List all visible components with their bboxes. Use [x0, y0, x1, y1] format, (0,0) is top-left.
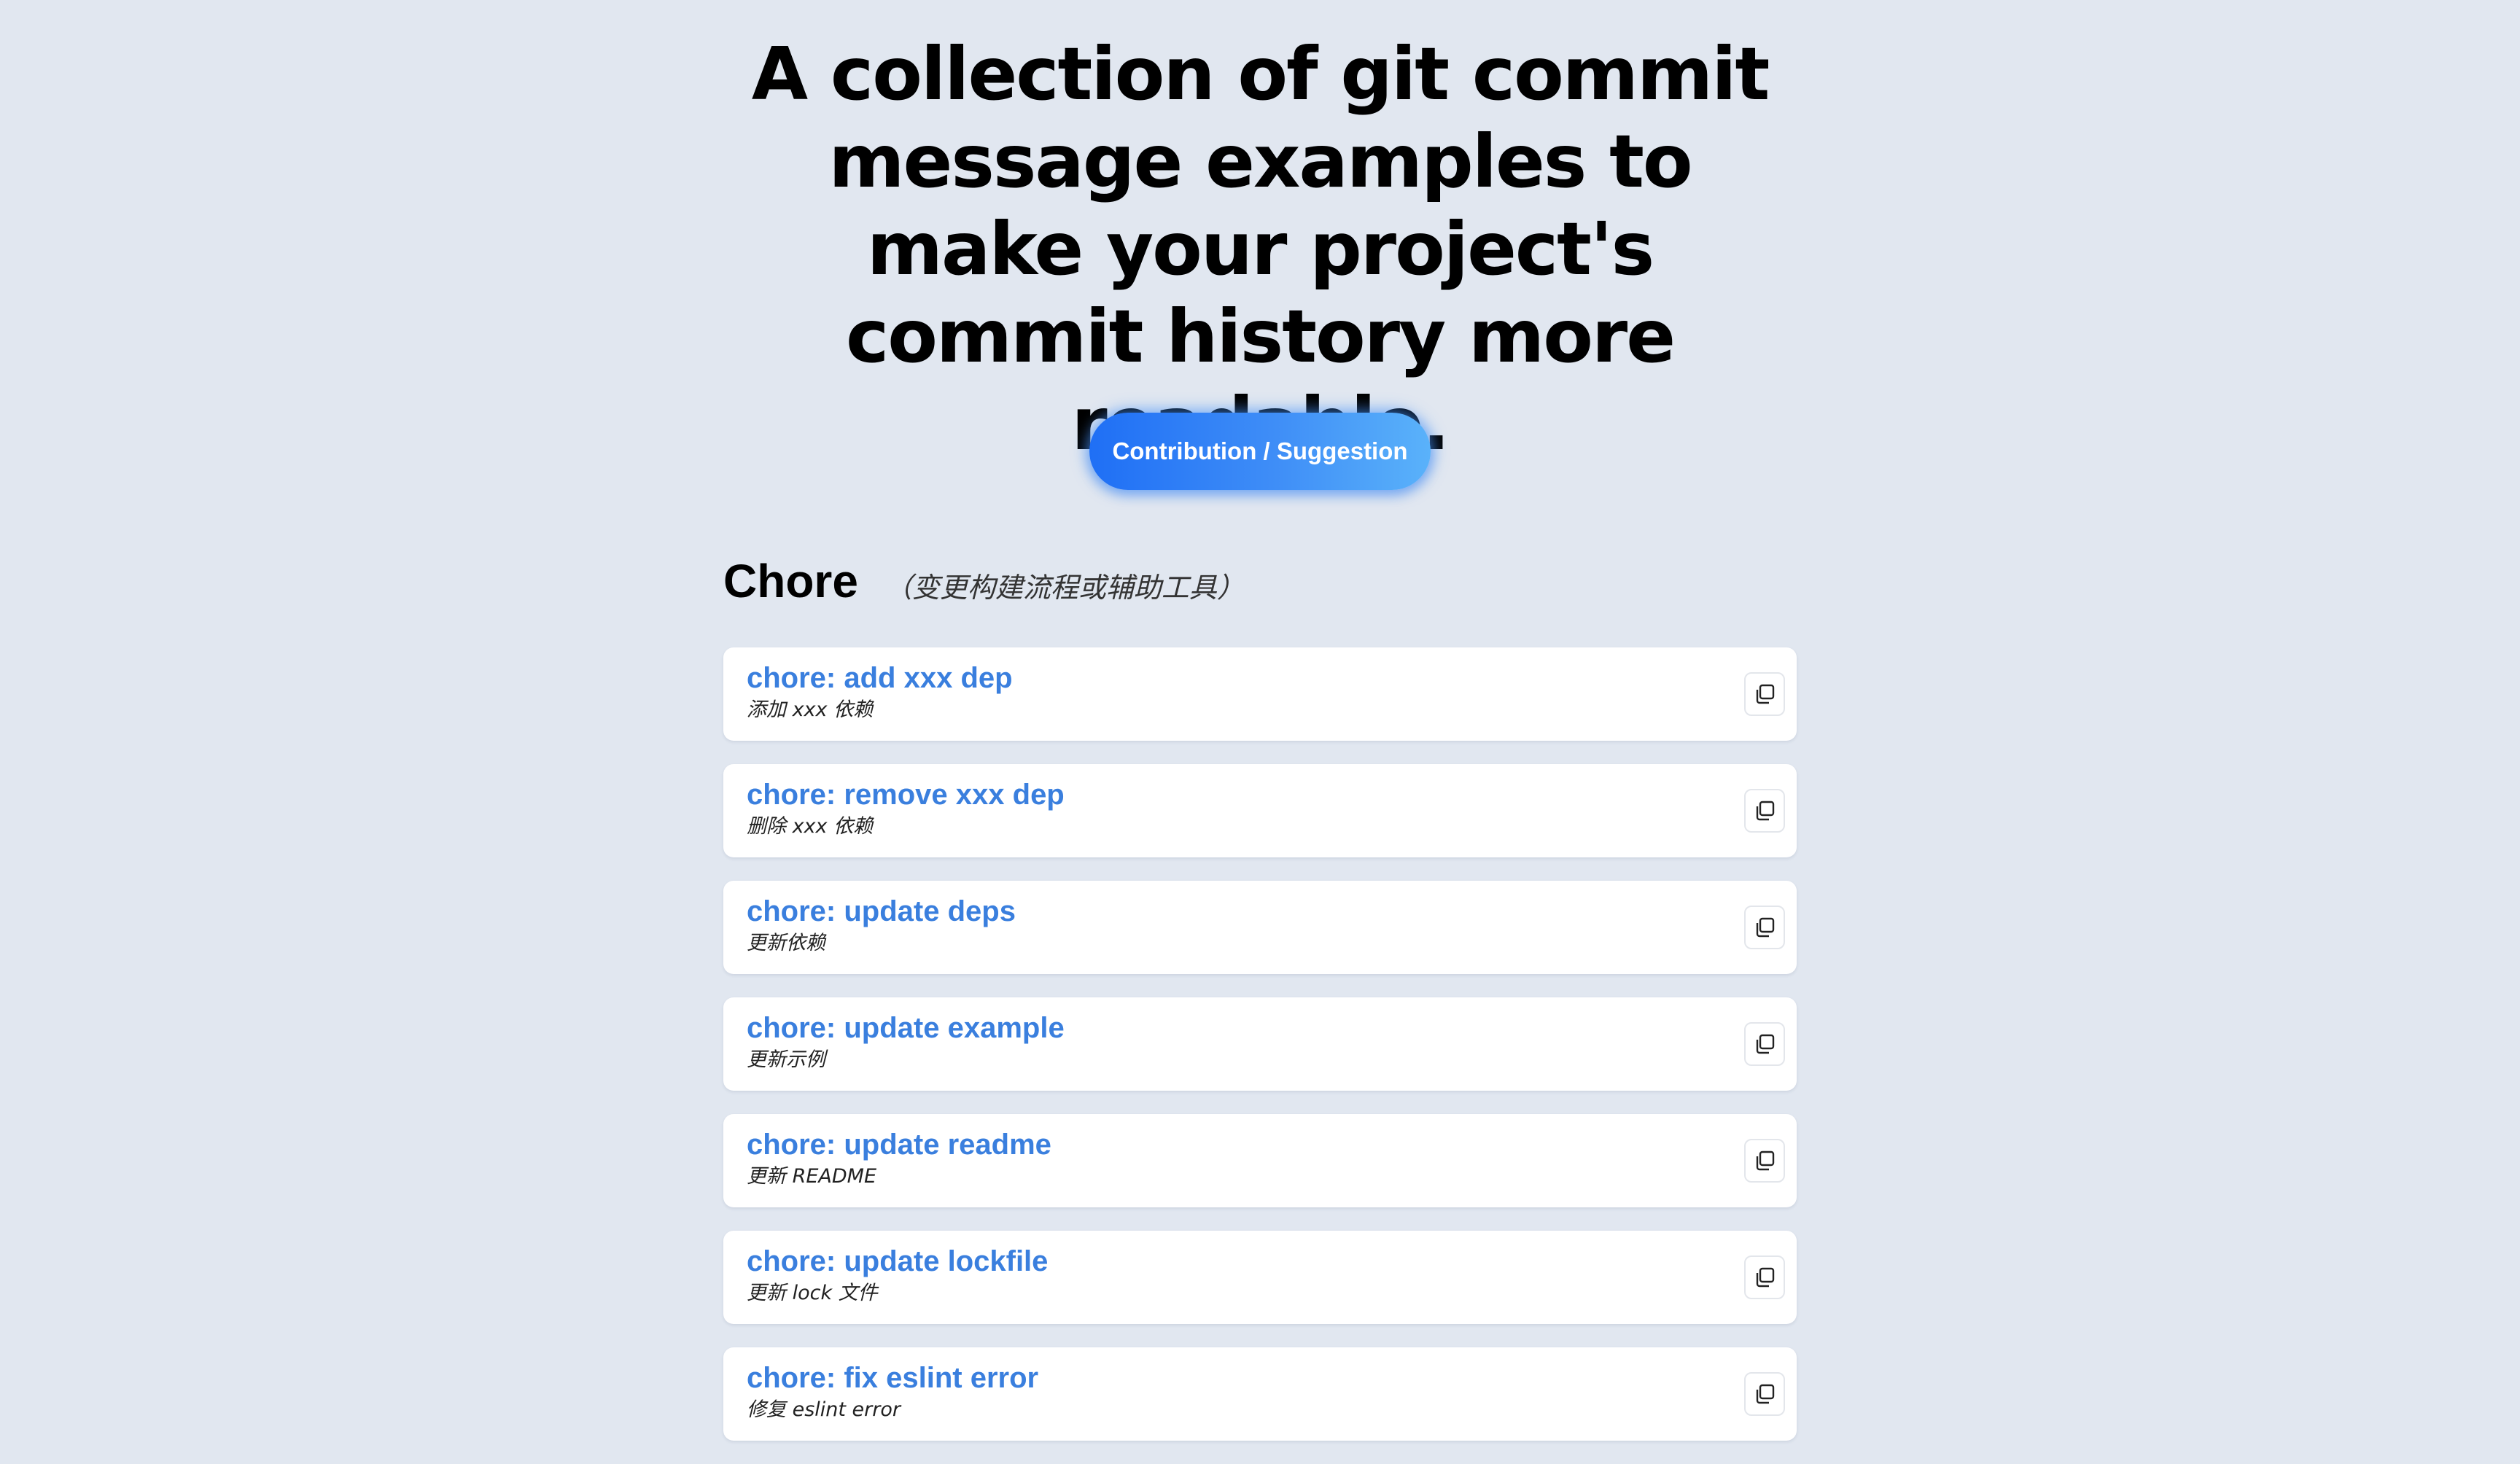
commit-card: chore: add xxx dep 添加 xxx 依赖 — [723, 647, 1797, 741]
commit-card: chore: update readme 更新 README — [723, 1114, 1797, 1207]
copy-icon — [1756, 917, 1775, 938]
commit-card: chore: update example 更新示例 — [723, 997, 1797, 1091]
copy-button[interactable] — [1744, 906, 1785, 949]
section-title: Chore — [723, 555, 858, 607]
copy-button[interactable] — [1744, 1372, 1785, 1416]
copy-button[interactable] — [1744, 672, 1785, 716]
commit-description: 删除 xxx 依赖 — [747, 815, 874, 838]
copy-icon — [1756, 684, 1775, 704]
commit-description: 修复 eslint error — [747, 1398, 901, 1421]
commit-card: chore: update deps 更新依赖 — [723, 881, 1797, 974]
chore-section: Chore （变更构建流程或辅助工具） chore: add xxx dep 添… — [723, 554, 1797, 1441]
commit-message[interactable]: chore: update deps — [747, 892, 1797, 930]
copy-icon — [1756, 1267, 1775, 1288]
copy-icon — [1756, 1150, 1775, 1171]
copy-icon — [1756, 1034, 1775, 1054]
commit-message[interactable]: chore: update readme — [747, 1126, 1797, 1164]
commit-description: 更新 lock 文件 — [747, 1282, 878, 1304]
copy-button[interactable] — [1744, 1255, 1785, 1299]
copy-icon — [1756, 801, 1775, 821]
copy-icon — [1756, 1384, 1775, 1404]
commit-description: 更新依赖 — [747, 932, 825, 954]
commit-card: chore: remove xxx dep 删除 xxx 依赖 — [723, 764, 1797, 857]
commit-message[interactable]: chore: remove xxx dep — [747, 776, 1797, 814]
commit-description: 添加 xxx 依赖 — [747, 698, 874, 721]
commit-message[interactable]: chore: update lockfile — [747, 1242, 1797, 1280]
section-header: Chore （变更构建流程或辅助工具） — [723, 554, 1797, 620]
copy-button[interactable] — [1744, 789, 1785, 833]
copy-button[interactable] — [1744, 1139, 1785, 1183]
commit-description: 更新示例 — [747, 1048, 825, 1071]
page: A collection of git commit message examp… — [0, 0, 2520, 1460]
section-subtitle: （变更构建流程或辅助工具） — [884, 572, 1245, 604]
copy-button[interactable] — [1744, 1022, 1785, 1066]
hero-title: A collection of git commit message examp… — [751, 31, 1770, 467]
commit-message[interactable]: chore: fix eslint error — [747, 1359, 1797, 1397]
commit-list: chore: add xxx dep 添加 xxx 依赖 chore: remo… — [723, 647, 1797, 1464]
commit-card: chore: update lockfile 更新 lock 文件 — [723, 1231, 1797, 1324]
commit-card: chore: fix eslint error 修复 eslint error — [723, 1347, 1797, 1441]
commit-message[interactable]: chore: add xxx dep — [747, 659, 1797, 697]
contribution-suggestion-button[interactable]: Contribution / Suggestion — [1089, 413, 1431, 490]
commit-description: 更新 README — [747, 1165, 877, 1188]
commit-message[interactable]: chore: update example — [747, 1009, 1797, 1047]
